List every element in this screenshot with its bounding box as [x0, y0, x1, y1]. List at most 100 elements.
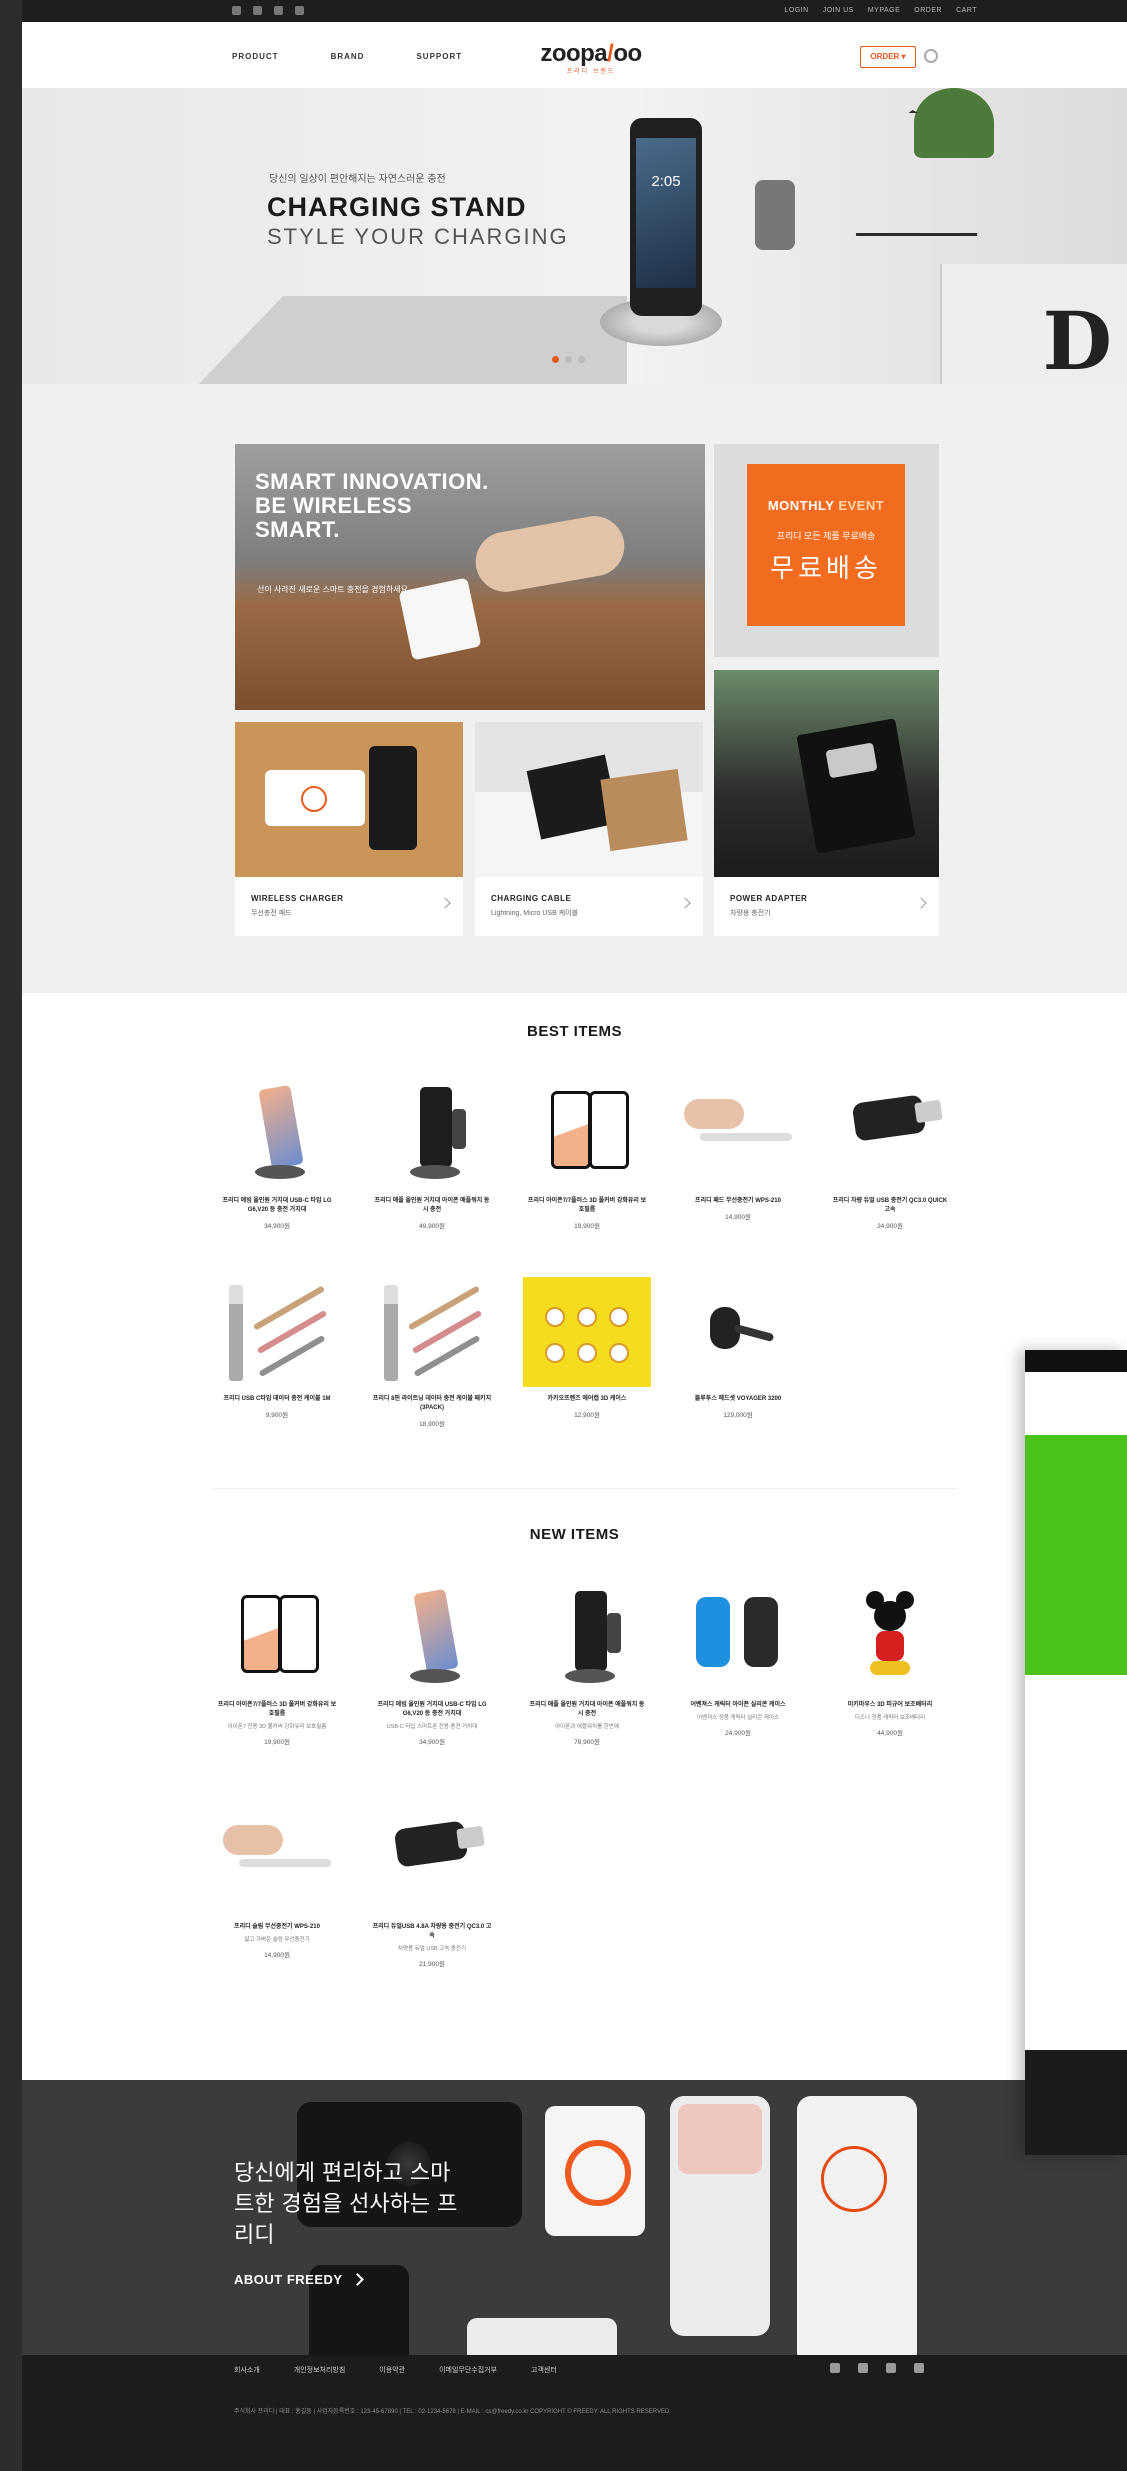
product-desc: 디즈니 정품 캐릭터 보조배터리 [854, 1715, 926, 1721]
category-tile-adapter[interactable]: POWER ADAPTER 차량용 충전기 [714, 670, 939, 936]
product-desc: USB-C 타입 스마트폰 전용 충전 거치대 [386, 1724, 478, 1730]
tile-name: CHARGING CABLE [491, 894, 572, 903]
chevron-right-icon[interactable] [439, 897, 451, 909]
product-card[interactable]: 프리디 8핀 라이트닝 데이터 충전 케이블 패키지 (3PACK) 18,90… [368, 1277, 496, 1428]
product-thumb [826, 1079, 954, 1189]
product-card[interactable]: 프리디 에빔 올인원 거치대 USB-C 타입 LG G6,V20 등 충전 거… [213, 1079, 341, 1230]
chevron-right-icon[interactable] [915, 897, 927, 909]
utility-links: LOGIN JOIN US MYPAGE ORDER CART [784, 7, 977, 14]
tile-name: WIRELESS CHARGER [251, 894, 344, 903]
cart-link[interactable]: CART [956, 7, 977, 14]
product-name: 블루투스 헤드셋 VOYAGER 3200 [694, 1396, 782, 1402]
page: LOGIN JOIN US MYPAGE ORDER CART PRODUCT … [22, 0, 1127, 2471]
about-link-label: ABOUT FREEDY [234, 2272, 343, 2287]
smart-headline: SMART INNOVATION. BE WIRELESS SMART. [255, 469, 489, 542]
slide-dot[interactable] [578, 356, 585, 363]
login-link[interactable]: LOGIN [784, 7, 808, 14]
product-desc: 아이폰과 애플워치를 한번에 [555, 1724, 619, 1730]
about-freedy-link[interactable]: ABOUT FREEDY [234, 2272, 364, 2287]
product-thumb [213, 1277, 341, 1387]
charging-cable-photo [475, 722, 703, 877]
tile-name: POWER ADAPTER [730, 894, 808, 903]
product-listing: BEST ITEMS 프리디 에빔 올인원 거치대 USB-C 타입 LG G6… [22, 993, 1127, 2080]
product-card[interactable]: 프리디 애플 올인원 거치대 아이폰 애플워치 동시 충전 49,900원 [368, 1079, 496, 1230]
product-card[interactable]: 미키마우스 3D 피규어 보조배터리 디즈니 정품 캐릭터 보조배터리 44,9… [826, 1583, 954, 1737]
hero-title: CHARGING STAND [267, 192, 527, 222]
product-price: 14,900원 [264, 1952, 290, 1959]
phone-case-image [670, 2096, 770, 2336]
overlay-footer [1025, 2050, 1127, 2155]
product-price: 24,900원 [725, 1730, 751, 1737]
slide-dot[interactable] [565, 356, 572, 363]
facebook-icon[interactable] [830, 2363, 840, 2373]
white-pad-image [467, 2318, 617, 2355]
join-link[interactable]: JOIN US [823, 7, 854, 14]
logo-text-c: oo [613, 40, 642, 67]
product-card[interactable]: 프리디 듀얼USB 4.8A 차량용 충전기 QC3.0 고속 차량용 듀얼 U… [368, 1805, 496, 1968]
product-card[interactable]: 카카오프렌즈 에어캡 3D 케이스 12,900원 [523, 1277, 651, 1419]
site-logo[interactable]: zoopa/oo 프리디 브랜드 [526, 40, 656, 75]
overlay-top-bar [1025, 1350, 1127, 1372]
search-icon[interactable] [924, 49, 938, 63]
product-card[interactable]: 프리디 에빔 올인원 거치대 USB-C 타입 LG G6,V20 등 충전 거… [368, 1583, 496, 1746]
product-name: 프리디 슬림 무선충전기 WPS-210 [234, 1924, 320, 1930]
slide-dot[interactable] [552, 356, 559, 363]
best-items-title: BEST ITEMS [526, 1023, 622, 1040]
about-band: 당신에게 편리하고 스마트한 경험을 선사하는 프리디 ABOUT FREEDY [22, 2080, 1127, 2355]
product-card[interactable]: 블루투스 헤드셋 VOYAGER 3200 129,000원 [674, 1277, 802, 1419]
overlay-green-banner [1025, 1435, 1127, 1675]
hero-banner[interactable]: D 2:05 당신의 일상이 편안해지는 자연스러운 충전 CHARGING S… [22, 88, 1127, 384]
product-card[interactable]: 프리디 아이폰7/7플러스 3D 풀커버 강화유리 보호필름 19,900원 [523, 1079, 651, 1230]
wireless-charger-photo [235, 722, 463, 877]
category-tile-wireless[interactable]: WIRELESS CHARGER 무선충전 패드 [235, 722, 463, 936]
blog-icon[interactable] [914, 2363, 924, 2373]
blog-icon[interactable] [295, 6, 304, 15]
event-card: MONTHLY EVENT 프리디 모든 제품 무료배송 무료배송 [747, 464, 905, 626]
tile-caption: CHARGING CABLE Lightning, Micro USB 케이블 [475, 877, 703, 936]
product-name: 어벤져스 캐릭터 아이폰 실리콘 케이스 [690, 1702, 786, 1708]
order-dropdown-button[interactable]: ORDER ▾ [860, 46, 916, 68]
phone-on-pad [369, 746, 417, 850]
product-name: 카카오프렌즈 에어캡 3D 케이스 [547, 1396, 627, 1402]
about-tagline: 당신에게 편리하고 스마트한 경험을 선사하는 프리디 [234, 2161, 458, 2248]
footer-link[interactable]: 이메일무단수집거부 [439, 2365, 497, 2375]
wireless-pad-image [398, 577, 482, 661]
slide-indicator [552, 356, 585, 363]
product-thumb [674, 1583, 802, 1693]
site-header: PRODUCT BRAND SUPPORT zoopa/oo 프리디 브랜드 O… [22, 22, 1127, 89]
white-charger-image [545, 2106, 645, 2236]
product-card[interactable]: 프리디 아이폰7/7플러스 3D 풀커버 강화유리 보호필름 아이폰7 전용 3… [213, 1583, 341, 1746]
youtube-icon[interactable] [274, 6, 283, 15]
product-thumb [674, 1079, 802, 1189]
nav-support[interactable]: SUPPORT [416, 52, 462, 61]
product-card[interactable]: 프리디 차량 듀얼 USB 충전기 QC3.0 QUICK 고속 24,900원 [826, 1079, 954, 1230]
chevron-right-icon[interactable] [679, 897, 691, 909]
instagram-icon[interactable] [858, 2363, 868, 2373]
magazine-letter: D [1042, 294, 1112, 384]
product-name: 프리디 애플 올인원 거치대 아이폰 애플워치 동시 충전 [529, 1702, 645, 1717]
product-thumb [368, 1079, 496, 1189]
monthly-event-tile[interactable]: MONTHLY EVENT 프리디 모든 제품 무료배송 무료배송 [714, 444, 939, 657]
footer-link[interactable]: 고객센터 [531, 2365, 557, 2375]
nav-product[interactable]: PRODUCT [232, 52, 279, 61]
product-card[interactable]: 프리디 슬림 무선충전기 WPS-210 얇고 가벼운 슬림 무선충전기 14,… [213, 1805, 341, 1959]
footer-link[interactable]: 개인정보처리방침 [294, 2365, 346, 2375]
product-name: 미키마우스 3D 피규어 보조배터리 [847, 1702, 933, 1708]
mypage-link[interactable]: MYPAGE [868, 7, 900, 14]
product-card[interactable]: 프리디 패드 무선충전기 WPS-210 14,900원 [674, 1079, 802, 1221]
product-card[interactable]: 어벤져스 캐릭터 아이폰 실리콘 케이스 어벤져스 정품 캐릭터 실리콘 케이스… [674, 1583, 802, 1737]
footer-link[interactable]: 회사소개 [234, 2365, 260, 2375]
category-tile-cable[interactable]: CHARGING CABLE Lightning, Micro USB 케이블 [475, 722, 703, 936]
footer-link[interactable]: 이용약관 [379, 2365, 405, 2375]
product-card[interactable]: 프리디 애플 올인원 거치대 아이폰 애플워치 동시 충전 아이폰과 애플워치를… [523, 1583, 651, 1746]
smart-innovation-tile[interactable]: SMART INNOVATION. BE WIRELESS SMART. 선이 … [235, 444, 705, 710]
adapter-device [825, 742, 878, 779]
instagram-icon[interactable] [253, 6, 262, 15]
facebook-icon[interactable] [232, 6, 241, 15]
product-card[interactable]: 프리디 USB C타입 데이터 충전 케이블 1M 9,900원 [213, 1277, 341, 1419]
product-thumb [523, 1079, 651, 1189]
nav-brand[interactable]: BRAND [331, 52, 365, 61]
order-link[interactable]: ORDER [914, 7, 942, 14]
youtube-icon[interactable] [886, 2363, 896, 2373]
product-thumb [213, 1583, 341, 1693]
